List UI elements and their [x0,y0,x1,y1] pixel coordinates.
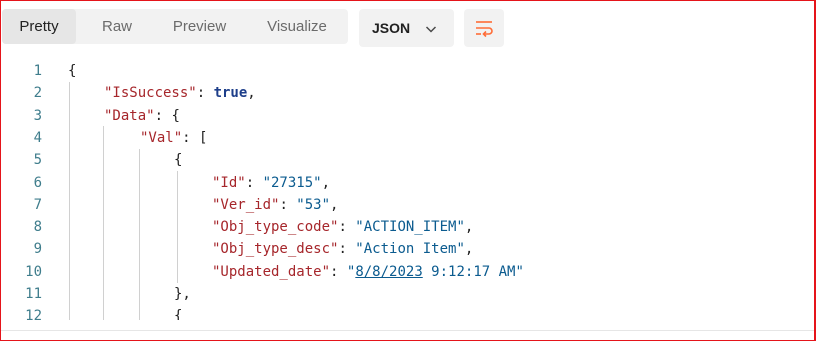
wrap-lines-button[interactable] [464,9,504,47]
code-line: { [68,60,76,82]
line-number: 6 [33,174,42,191]
json-string: "27315" [262,174,322,191]
json-punctuation: , [321,174,331,191]
view-mode-tabs: Pretty Raw Preview Visualize [2,9,348,44]
json-punctuation: , [330,196,339,213]
json-string: "53" [296,196,331,213]
json-punctuation: , [464,241,474,258]
json-boolean: true [213,85,248,102]
code-line: { [174,305,182,320]
json-separator: : [245,174,263,191]
json-punctuation: , [247,85,256,102]
json-separator: : [279,196,297,213]
json-string: 9:12:17 AM" [422,263,524,280]
line-number: 4 [33,129,42,146]
indent-guide [103,126,104,320]
line-number: 2 [33,85,42,102]
json-separator: : [196,85,214,102]
json-punctuation: { [174,308,183,320]
code-line: "Ver_id": "53", [212,194,338,216]
json-key: "Obj_type_desc" [212,241,339,258]
code-line: "Id": "27315", [212,172,330,194]
format-dropdown-label: JSON [372,20,411,36]
line-number: 12 [25,308,42,320]
tab-raw[interactable]: Raw [82,9,152,44]
tab-visualize[interactable]: Visualize [247,9,347,44]
code-line: "Data": { [104,105,180,127]
json-key: "Data" [104,107,155,124]
editor-bottom-bar [0,330,816,342]
json-string: "ACTION_ITEM" [355,219,465,236]
code-line: "Obj_type_desc": "Action Item", [212,238,473,260]
code-line: }, [174,283,191,305]
json-string: "Action Item" [355,241,465,258]
code-line: "IsSuccess": true, [104,82,256,104]
line-number: 11 [25,286,42,302]
code-line: "Updated_date": "8/8/2023 9:12:17 AM" [212,261,524,283]
json-key: "Val" [140,129,183,146]
code-line: { [174,149,182,171]
indent-guide [69,82,70,320]
json-separator: : [338,241,356,258]
code-line: "Obj_type_code": "ACTION_ITEM", [212,216,473,238]
chevron-down-icon [425,22,437,40]
json-punctuation: { [171,107,180,124]
indent-guide [177,171,178,283]
line-number: 3 [33,107,42,124]
line-number: 9 [33,241,42,258]
line-number: 10 [25,263,42,280]
line-number: 5 [33,152,42,169]
tab-preview[interactable]: Preview [152,9,247,44]
response-toolbar: Pretty Raw Preview Visualize JSON [0,0,816,54]
tab-pretty[interactable]: Pretty [2,9,76,44]
json-separator: : [154,107,172,124]
json-separator: : [338,219,356,236]
json-punctuation: { [68,63,77,79]
json-key: "Ver_id" [212,196,280,213]
json-separator: : [330,263,347,280]
format-dropdown[interactable]: JSON [359,9,454,47]
line-number: 1 [33,63,42,79]
json-date-link[interactable]: 8/8/2023 [355,264,422,280]
json-key: "Updated_date" [212,263,331,280]
json-punctuation: { [174,152,183,169]
json-punctuation: }, [174,286,191,302]
json-separator: : [182,129,200,146]
line-number: 7 [33,196,42,213]
line-number: 8 [33,219,42,236]
response-body-editor[interactable]: 1 2 3 4 5 6 7 8 9 10 11 12 { "IsSuccess"… [0,58,816,320]
json-key: "Id" [212,174,246,191]
indent-guide [139,149,140,320]
json-punctuation: , [464,219,474,236]
json-key: "IsSuccess" [104,85,197,102]
json-punctuation: [ [199,129,208,146]
json-key: "Obj_type_code" [212,219,339,236]
code-line: "Val": [ [140,127,207,149]
